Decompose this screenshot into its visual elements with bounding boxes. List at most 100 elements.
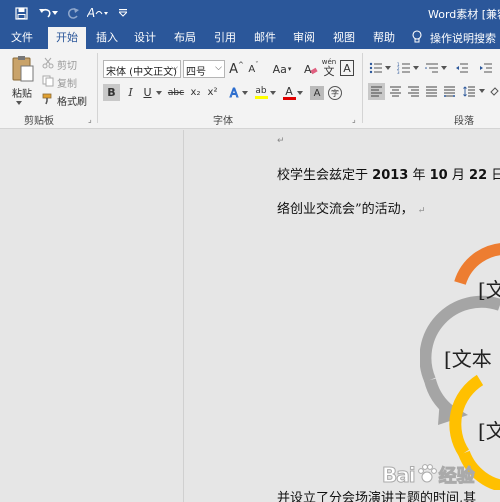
font-color-swatch bbox=[282, 96, 296, 100]
paragraph-mark: ↵ bbox=[277, 136, 285, 146]
baidu-watermark: Bai 经验 bbox=[382, 455, 476, 495]
doc-year: 2013 bbox=[372, 168, 409, 183]
smartart-text-3[interactable]: [文 bbox=[478, 415, 500, 444]
customize-qat-icon[interactable] bbox=[118, 4, 128, 22]
paragraph-group-label: 段落 bbox=[454, 116, 474, 127]
tab-mailings[interactable]: 邮件 bbox=[248, 27, 282, 49]
doc-line-2[interactable]: 络创业交流会”的活动， ↵ bbox=[277, 198, 425, 217]
shrink-font-button[interactable]: Aˇ bbox=[246, 60, 261, 78]
clipboard-group-label: 剪贴板 bbox=[24, 116, 54, 127]
numbering-dropdown-icon[interactable] bbox=[412, 62, 420, 74]
font-color-button[interactable]: A bbox=[282, 84, 296, 101]
bullets-dropdown-icon[interactable] bbox=[384, 62, 392, 74]
align-left-icon[interactable] bbox=[368, 83, 385, 100]
smartart-gold-arc bbox=[449, 374, 484, 457]
character-shading-button[interactable]: A bbox=[310, 86, 324, 100]
bold-label: B bbox=[107, 86, 116, 99]
paste-button[interactable]: 粘贴 bbox=[12, 85, 32, 100]
group-separator bbox=[362, 53, 363, 123]
change-case-button[interactable]: Aa ▾ bbox=[270, 60, 294, 78]
underline-label: U bbox=[143, 86, 152, 99]
text-effects-qat-icon[interactable]: A bbox=[86, 4, 110, 22]
line-spacing-icon[interactable] bbox=[461, 83, 478, 100]
cut-button[interactable]: 剪切 bbox=[57, 57, 77, 72]
highlight-dropdown-icon[interactable] bbox=[269, 84, 277, 101]
tab-design[interactable]: 设计 bbox=[128, 27, 162, 49]
justify-icon[interactable] bbox=[423, 83, 440, 100]
multilevel-list-icon[interactable] bbox=[424, 60, 440, 76]
title-bar: A Word素材 [兼容 bbox=[0, 0, 500, 27]
highlight-button[interactable]: ab bbox=[253, 84, 269, 101]
tab-layout[interactable]: 布局 bbox=[168, 27, 202, 49]
strikethrough-label: abc bbox=[167, 87, 185, 98]
font-name-select[interactable]: 宋体 (中文正文) ⌵ bbox=[103, 60, 181, 78]
character-border-label: A bbox=[343, 61, 351, 75]
group-separator bbox=[97, 53, 98, 123]
align-center-icon[interactable] bbox=[387, 83, 404, 100]
line-spacing-dropdown-icon[interactable] bbox=[478, 85, 486, 97]
chevron-down-icon: ⌵ bbox=[215, 63, 222, 73]
align-right-icon[interactable] bbox=[405, 83, 422, 100]
underline-dropdown-icon[interactable] bbox=[155, 84, 163, 101]
paste-dropdown-icon[interactable] bbox=[14, 99, 24, 107]
strikethrough-button[interactable]: abc bbox=[167, 84, 185, 101]
increase-indent-icon[interactable] bbox=[478, 60, 494, 76]
distributed-icon[interactable] bbox=[441, 83, 458, 100]
tab-view[interactable]: 视图 bbox=[327, 27, 361, 49]
tab-file[interactable]: 文件 bbox=[4, 27, 40, 49]
shading-icon[interactable] bbox=[488, 83, 500, 100]
tab-home[interactable]: 开始 bbox=[48, 27, 86, 49]
subscript-button[interactable]: x₂ bbox=[188, 84, 203, 101]
svg-text:A: A bbox=[87, 6, 95, 20]
paw-icon bbox=[416, 463, 438, 488]
undo-dropdown-icon[interactable] bbox=[51, 4, 59, 22]
text-effects-button[interactable]: A bbox=[227, 84, 241, 101]
font-color-dropdown-icon[interactable] bbox=[296, 84, 304, 101]
font-name-value: 宋体 (中文正文) bbox=[106, 67, 177, 78]
format-painter-button[interactable]: 格式刷 bbox=[57, 93, 87, 108]
italic-button[interactable]: I bbox=[123, 84, 138, 101]
phonetic-guide-char: 文 bbox=[323, 65, 335, 78]
smartart-text-2[interactable]: [文本 bbox=[444, 343, 492, 372]
decrease-indent-icon[interactable] bbox=[454, 60, 470, 76]
doc-month: 10 bbox=[429, 168, 448, 183]
redo-icon[interactable] bbox=[64, 4, 82, 22]
paste-icon[interactable] bbox=[8, 53, 38, 85]
font-color-label: A bbox=[285, 84, 293, 98]
italic-label: I bbox=[128, 86, 133, 99]
character-border-button[interactable]: A bbox=[340, 60, 354, 76]
smartart-text-1[interactable]: [文 bbox=[478, 274, 500, 303]
underline-button[interactable]: U bbox=[140, 84, 155, 101]
ribbon-home: 粘贴 剪切 复制 格式刷 剪贴板 ⌟ 宋体 (中文正文) ⌵ 四号 ⌵ A ^ A… bbox=[0, 49, 500, 129]
phonetic-guide-button[interactable]: wén 文 bbox=[321, 57, 337, 79]
window-title: Word素材 [兼容 bbox=[428, 8, 500, 21]
enclose-characters-button[interactable]: 字 bbox=[328, 86, 342, 100]
multilevel-dropdown-icon[interactable] bbox=[440, 62, 448, 74]
font-size-value: 四号 bbox=[186, 67, 206, 78]
text-effects-dropdown-icon[interactable] bbox=[241, 84, 249, 101]
tell-me-search[interactable]: 操作说明搜索 bbox=[412, 27, 496, 49]
superscript-button[interactable]: x² bbox=[205, 84, 220, 101]
bullets-icon[interactable] bbox=[368, 60, 384, 76]
shrink-font-label: A bbox=[248, 63, 256, 75]
copy-button[interactable]: 复制 bbox=[57, 75, 77, 90]
font-size-select[interactable]: 四号 ⌵ bbox=[183, 60, 225, 78]
doc-line-1[interactable]: 校学生会兹定于 2013 年 10 月 22 日 bbox=[277, 164, 500, 183]
highlight-swatch bbox=[254, 96, 268, 99]
tab-review[interactable]: 审阅 bbox=[287, 27, 321, 49]
doc-day: 22 bbox=[469, 168, 488, 183]
bold-button[interactable]: B bbox=[103, 84, 120, 101]
svg-text:A: A bbox=[304, 63, 312, 76]
numbering-icon[interactable]: 123 bbox=[396, 60, 412, 76]
grow-font-button[interactable]: A ^ bbox=[229, 60, 244, 78]
tab-references[interactable]: 引用 bbox=[208, 27, 242, 49]
clipboard-launcher-icon[interactable]: ⌟ bbox=[88, 115, 92, 124]
doc-text: 日 bbox=[491, 168, 500, 183]
smartart-graphic[interactable]: [文 [文本 [文 bbox=[420, 235, 500, 490]
font-launcher-icon[interactable]: ⌟ bbox=[352, 115, 356, 124]
save-icon[interactable] bbox=[12, 4, 30, 22]
tab-insert[interactable]: 插入 bbox=[90, 27, 124, 49]
ribbon-tabs: 文件 开始 插入 设计 布局 引用 邮件 审阅 视图 帮助 操作说明搜索 bbox=[0, 27, 500, 49]
clear-formatting-icon[interactable]: A bbox=[303, 60, 319, 78]
tab-help[interactable]: 帮助 bbox=[367, 27, 401, 49]
